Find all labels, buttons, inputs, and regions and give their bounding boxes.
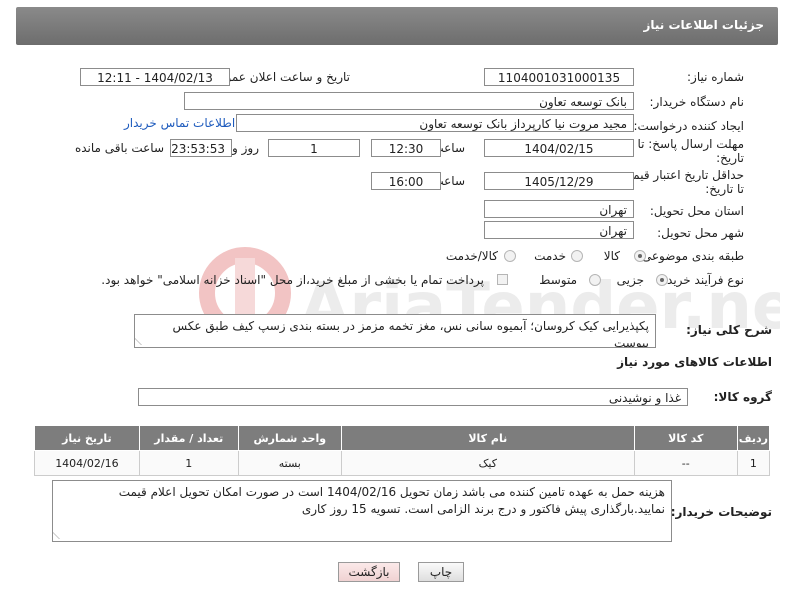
- announce-field: 1404/02/13 - 12:11: [80, 68, 230, 86]
- deadline-date-field: 1404/02/15: [484, 139, 634, 157]
- remaining-time-field: 23:53:53: [170, 139, 232, 157]
- col-unit: واحد شمارش: [237, 425, 342, 451]
- days-label: روز و: [232, 141, 259, 155]
- deadline-label-1: مهلت ارسال پاسخ: تا: [637, 137, 744, 151]
- back-button[interactable]: بازگشت: [338, 562, 400, 582]
- goods-group-field: غذا و نوشیدنی: [138, 388, 688, 406]
- days-field: 1: [268, 139, 360, 157]
- treasury-payment-checkbox[interactable]: [497, 274, 508, 285]
- col-date: تاریخ نیاز: [34, 425, 140, 451]
- col-code: کد کالا: [633, 425, 738, 451]
- need-details-panel: جزئیات اطلاعات نیاز AriaTender.neT شماره…: [0, 0, 788, 598]
- category-option-goods: کالا: [603, 249, 620, 263]
- category-radio-goods-service[interactable]: [504, 250, 516, 262]
- resize-grip-icon[interactable]: [135, 337, 150, 345]
- description-label: شرح کلی نیاز:: [686, 323, 772, 337]
- category-option-goods-service: کالا/خدمت: [445, 249, 498, 263]
- cell-qty: 1: [138, 450, 239, 476]
- table-row: 1 -- کیک بسته 1 1404/02/16: [34, 450, 771, 476]
- province-label: استان محل تحویل:: [649, 204, 744, 218]
- creator-field: مجید مروت نیا کارپرداز بانک توسعه تعاون: [236, 114, 634, 132]
- process-option-minor: جزیی: [616, 273, 644, 287]
- deadline-time-field: 12:30: [371, 139, 441, 157]
- col-name: نام کالا: [340, 425, 635, 451]
- goods-table-header: ردیف کد کالا نام کالا واحد شمارش تعداد /…: [34, 425, 771, 451]
- need-number-field: 1104001031000135: [484, 68, 634, 86]
- print-button[interactable]: چاپ: [418, 562, 464, 582]
- buyer-contact-link[interactable]: اطلاعات تماس خریدار: [124, 116, 235, 130]
- validity-label-2: تا تاریخ:: [705, 182, 744, 196]
- treasury-payment-note: پرداخت تمام یا بخشی از مبلغ خرید،از محل …: [101, 273, 484, 287]
- cell-row: 1: [736, 450, 771, 476]
- category-label: طبقه بندی موضوعی:: [637, 249, 744, 263]
- description-text: پکپذیرایی کیک کروسان؛ آبمیوه سانی نس، مغ…: [172, 319, 649, 348]
- remaining-label: ساعت باقی مانده: [74, 141, 164, 155]
- process-radio-minor[interactable]: [656, 274, 668, 286]
- category-option-service: خدمت: [534, 249, 566, 263]
- category-radio-service[interactable]: [571, 250, 583, 262]
- process-label: نوع فرآیند خرید :: [659, 273, 744, 287]
- goods-group-label: گروه کالا:: [713, 390, 772, 404]
- resize-grip-icon[interactable]: [53, 531, 68, 539]
- deadline-label-2: تاریخ:: [716, 151, 744, 165]
- buyer-notes-text: هزینه حمل به عهده تامین کننده می باشد زم…: [118, 485, 665, 516]
- validity-time-field: 16:00: [371, 172, 441, 190]
- col-row: ردیف: [736, 425, 771, 451]
- goods-section-title: اطلاعات کالاهای مورد نیاز: [617, 355, 772, 369]
- validity-label-1: حداقل تاریخ اعتبار قیمت:: [617, 168, 744, 182]
- city-field: تهران: [484, 221, 634, 239]
- buyer-notes-label: توضیحات خریدار:: [670, 505, 772, 519]
- goods-table: ردیف کد کالا نام کالا واحد شمارش تعداد /…: [34, 425, 771, 476]
- col-qty: تعداد / مقدار: [138, 425, 239, 451]
- cell-date: 1404/02/16: [34, 450, 140, 476]
- cell-unit: بسته: [237, 450, 342, 476]
- buyer-org-label: نام دستگاه خریدار:: [649, 95, 745, 109]
- validity-date-field: 1405/12/29: [484, 172, 634, 190]
- panel-header: جزئیات اطلاعات نیاز: [16, 7, 778, 45]
- category-radio-goods[interactable]: [634, 250, 646, 262]
- buyer-notes-textarea[interactable]: هزینه حمل به عهده تامین کننده می باشد زم…: [52, 480, 672, 542]
- cell-code: --: [633, 450, 738, 476]
- process-option-medium: متوسط: [539, 273, 577, 287]
- panel-title: جزئیات اطلاعات نیاز: [643, 18, 764, 32]
- province-field: تهران: [484, 200, 634, 218]
- city-label: شهر محل تحویل:: [657, 226, 744, 240]
- description-textarea[interactable]: پکپذیرایی کیک کروسان؛ آبمیوه سانی نس، مغ…: [134, 314, 656, 348]
- creator-label: ایجاد کننده درخواست:: [633, 119, 744, 133]
- buyer-org-field: بانک توسعه تعاون: [184, 92, 634, 110]
- process-radio-medium[interactable]: [589, 274, 601, 286]
- need-number-label: شماره نیاز:: [687, 70, 744, 84]
- cell-name: کیک: [340, 450, 635, 476]
